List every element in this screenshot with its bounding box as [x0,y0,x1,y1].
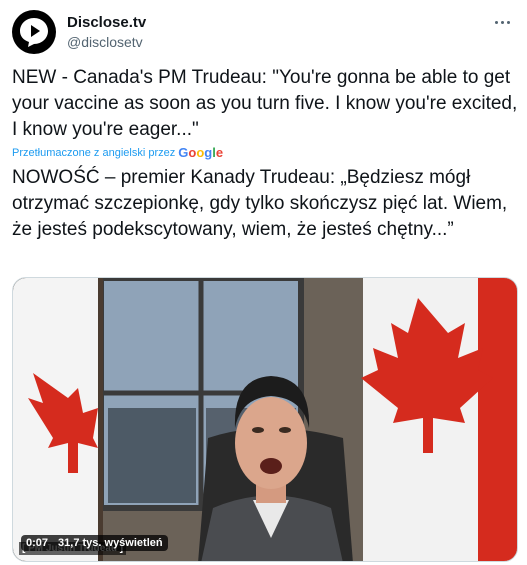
avatar[interactable] [12,10,56,54]
translated-text: NOWOŚĆ – premier Kanady Trudeau: „Będzie… [12,167,508,240]
handle[interactable]: @disclosetv [67,33,146,51]
google-logo: Google [178,145,224,160]
video-frame [13,278,517,561]
tweet-header: Disclose.tv @disclosetv [12,10,515,54]
video-player[interactable]: [ PM Justin Trudeau ] 0:07 31,7 tys. wyś… [12,277,518,562]
translated-by-label: Przetłumaczone z angielski przez [12,146,176,159]
video-views: 31,7 tys. wyświetleń [58,537,163,549]
video-timestamp: 0:07 [26,537,49,549]
account-names: Disclose.tv @disclosetv [67,14,146,51]
more-icon[interactable] [489,12,515,32]
video-stats-overlay: 0:07 31,7 tys. wyświetleń [21,535,168,551]
play-in-speech-bubble-logo-icon [20,18,48,47]
tweet-text: NEW - Canada's PM Trudeau: "You're gonna… [12,67,518,140]
translation-attribution[interactable]: Przetłumaczone z angielski przez Google [12,145,223,160]
display-name[interactable]: Disclose.tv [67,14,146,32]
